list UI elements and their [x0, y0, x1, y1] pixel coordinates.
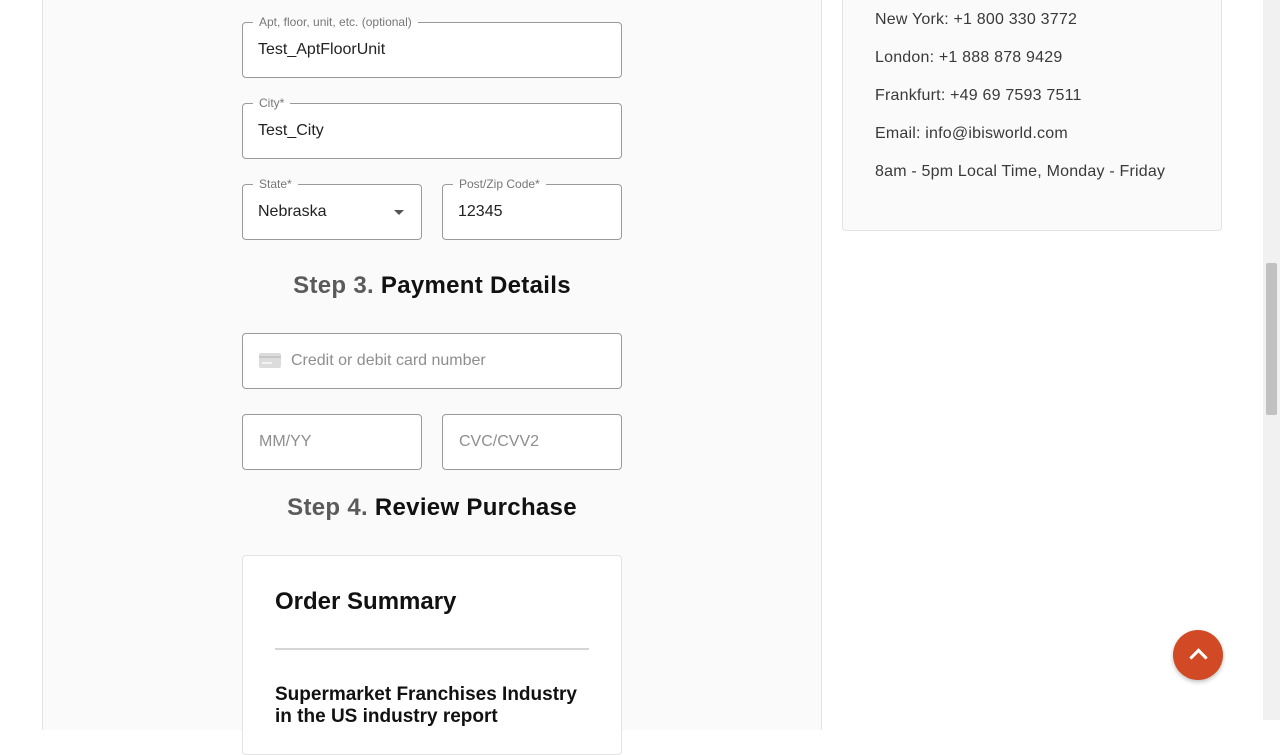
city-field-value[interactable]: Test_City — [258, 122, 324, 140]
order-summary-title: Order Summary — [275, 588, 457, 615]
card-number-input[interactable]: Credit or debit card number — [242, 333, 622, 389]
cvc-input[interactable]: CVC/CVV2 — [442, 414, 622, 470]
expiry-input[interactable]: MM/YY — [242, 414, 422, 470]
chevron-up-icon — [1189, 648, 1208, 667]
cvc-placeholder: CVC/CVV2 — [459, 433, 540, 450]
card-number-placeholder: Credit or debit card number — [291, 352, 486, 369]
summary-product-name: Supermarket Franchises Industry in the U… — [275, 684, 577, 727]
scroll-to-top-button[interactable] — [1173, 630, 1223, 680]
zip-code-field[interactable]: Post/Zip Code* 12345 — [442, 177, 622, 240]
scrollbar-thumb[interactable] — [1266, 263, 1277, 415]
contact-info-panel: New York: +1 800 330 3772 London: +1 888… — [842, 0, 1222, 231]
apt-field-label: Apt, floor, unit, etc. (optional) — [253, 15, 418, 29]
city-field[interactable]: City* Test_City — [242, 96, 622, 159]
contact-email[interactable]: Email: info@ibisworld.com — [875, 125, 1068, 143]
chevron-down-icon[interactable] — [394, 210, 404, 215]
city-field-label: City* — [253, 96, 291, 110]
contact-hours: 8am - 5pm Local Time, Monday - Friday — [875, 163, 1166, 180]
zip-field-label: Post/Zip Code* — [453, 177, 546, 191]
zip-field-value[interactable]: 12345 — [458, 203, 503, 221]
step-4-number: Step 4. — [287, 494, 368, 521]
order-summary-card: Order Summary Supermarket Franchises Ind… — [242, 555, 622, 755]
step-3-title: Payment Details — [380, 272, 571, 299]
step-3-heading: Step 3. Payment Details — [242, 272, 622, 300]
apt-field-value[interactable]: Test_AptFloorUnit — [258, 41, 385, 59]
step-4-title: Review Purchase — [374, 494, 577, 521]
state-select[interactable]: State* Nebraska — [242, 177, 422, 240]
summary-divider — [275, 648, 589, 650]
page-scrollbar[interactable] — [1263, 0, 1280, 720]
apt-floor-unit-field[interactable]: Apt, floor, unit, etc. (optional) Test_A… — [242, 15, 622, 78]
state-field-label: State* — [253, 177, 298, 191]
contact-london: London: +1 888 878 9429 — [875, 49, 1063, 66]
contact-frankfurt: Frankfurt: +49 69 7593 7511 — [875, 87, 1082, 104]
step-3-number: Step 3. — [293, 272, 374, 299]
contact-new-york: New York: +1 800 330 3772 — [875, 11, 1078, 28]
expiry-placeholder: MM/YY — [259, 433, 312, 450]
step-4-heading: Step 4. Review Purchase — [242, 494, 622, 522]
credit-card-icon — [259, 353, 281, 368]
state-field-value[interactable]: Nebraska — [258, 203, 326, 221]
